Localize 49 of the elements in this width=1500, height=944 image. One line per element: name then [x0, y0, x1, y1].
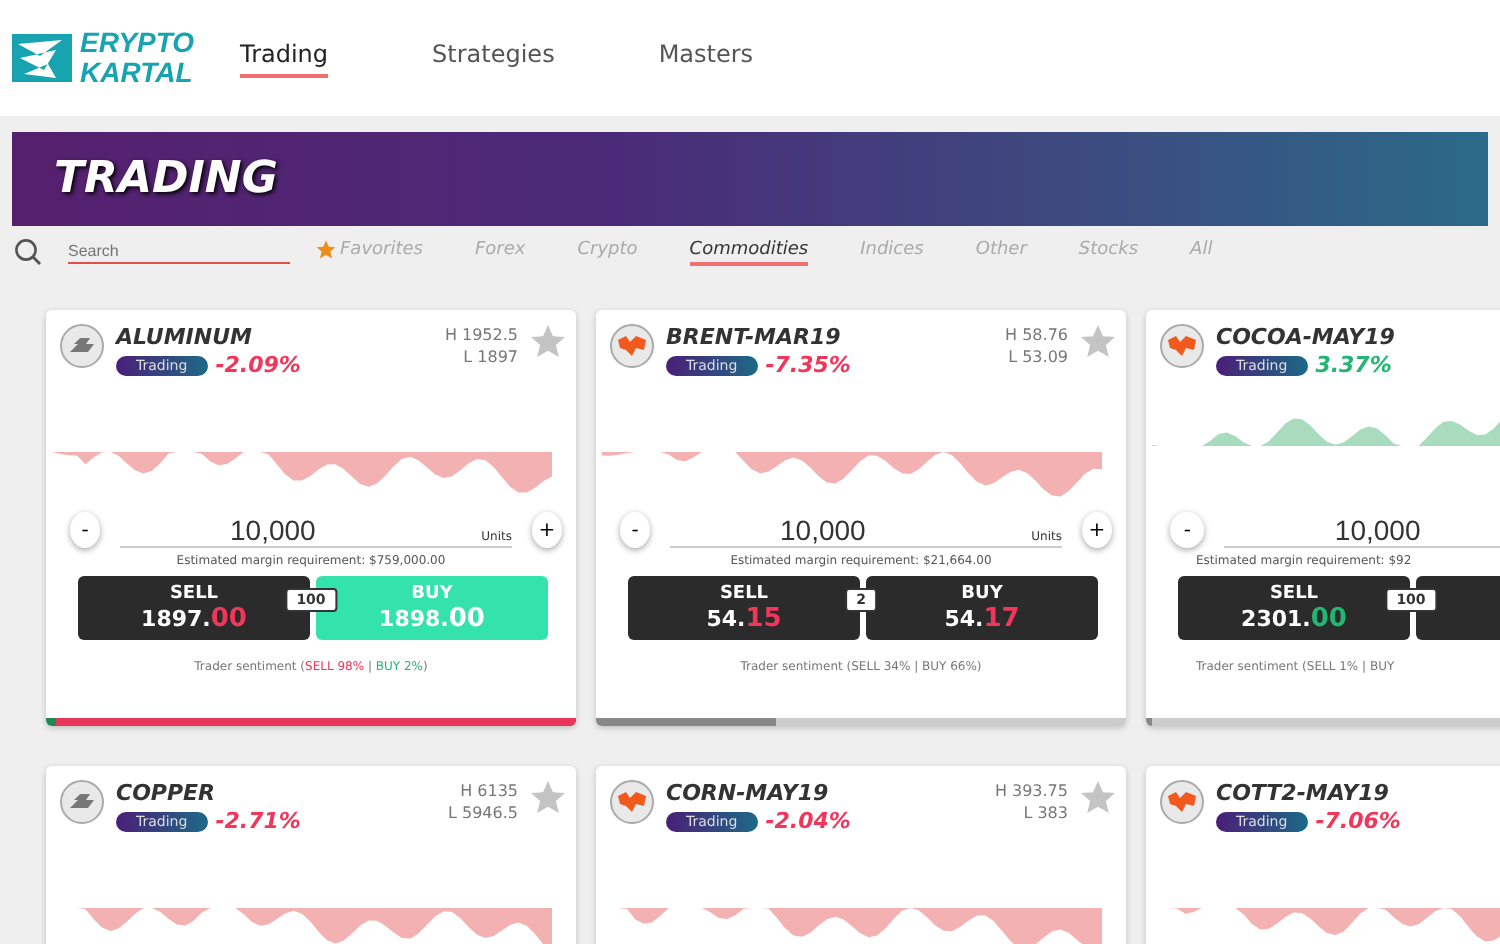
world-map-icon [1160, 780, 1204, 824]
change-percent: 3.37% [1315, 352, 1392, 378]
units-field[interactable]: 10,000 [1224, 513, 1500, 547]
increase-button[interactable]: + [531, 512, 562, 548]
instrument-name: COPPER [116, 780, 218, 806]
low-price: L 5946.5 [448, 802, 518, 824]
change-percent: -7.06% [1315, 808, 1401, 834]
favorite-star-icon[interactable] [1080, 780, 1116, 816]
low-price: L 383 [1023, 802, 1068, 824]
change-percent: -7.35% [765, 352, 851, 378]
world-map-icon [610, 324, 654, 368]
eagle-logo-icon [12, 34, 72, 82]
change-percent: -2.09% [215, 352, 301, 378]
favorite-star-icon[interactable] [530, 780, 566, 816]
nav-tab[interactable]: Strategies [432, 39, 555, 77]
world-map-icon [610, 780, 654, 824]
high-price: H 58.76 [1005, 324, 1068, 346]
search-icon [14, 238, 42, 266]
decrease-button[interactable]: - [1170, 512, 1205, 548]
nav-tab[interactable]: Trading [240, 39, 329, 77]
change-percent: -2.71% [215, 808, 301, 834]
low-price: L 1897 [463, 346, 518, 368]
banner-title: TRADING [54, 154, 278, 204]
low-price: L 53.09 [1008, 346, 1068, 368]
decrease-button[interactable]: - [620, 512, 651, 548]
star-icon [316, 239, 336, 259]
high-price: H 393.75 [994, 780, 1068, 802]
logo-text: KARTAL [80, 58, 195, 88]
increase-button[interactable]: + [1081, 512, 1112, 548]
change-percent: -2.04% [765, 808, 851, 834]
world-map-icon [1160, 324, 1204, 368]
high-price: H 6135 [460, 780, 518, 802]
favorite-star-icon[interactable] [1080, 324, 1116, 360]
decrease-button[interactable]: - [70, 512, 101, 548]
metal-bars-icon [60, 324, 104, 368]
instrument-name: CORN-MAY19 [666, 780, 831, 806]
nav-tab[interactable]: Masters [658, 39, 754, 77]
sell-button[interactable]: SELL 54.15 [628, 576, 860, 640]
instrument-name: COTT2-MAY19 [1216, 780, 1391, 806]
category-tab[interactable]: Commodities [689, 239, 809, 265]
instrument-name: BRENT-MAR19 [666, 324, 843, 350]
metal-bars-icon [60, 780, 104, 824]
instrument-name: ALUMINUM [116, 324, 254, 350]
favorite-star-icon[interactable] [530, 324, 566, 360]
logo-text: ERYPTO [80, 28, 195, 58]
instrument-name: COCOA-MAY19 [1216, 324, 1397, 350]
high-price: H 1952.5 [444, 324, 518, 346]
buy-button[interactable]: BUY 54.17 [866, 576, 1098, 640]
search-field[interactable]: Search [68, 240, 290, 264]
